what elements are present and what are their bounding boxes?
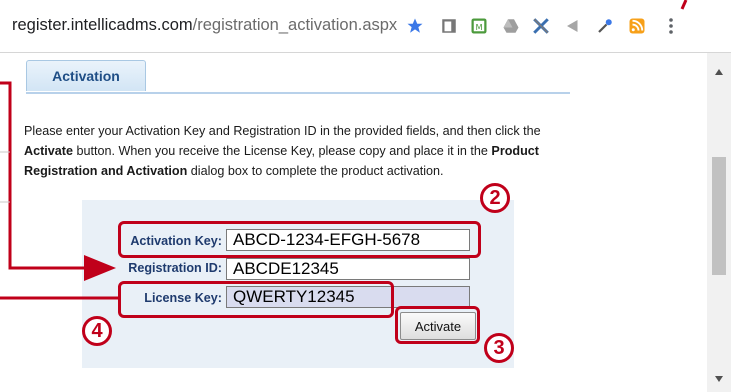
step-4-marker: 4 bbox=[82, 316, 112, 346]
step-3-marker: 3 bbox=[484, 333, 514, 363]
extension-x-icon[interactable] bbox=[530, 14, 552, 38]
tab-divider bbox=[26, 92, 570, 94]
tab-label: Activation bbox=[52, 68, 120, 84]
highlight-activation-key bbox=[118, 221, 481, 258]
highlight-license-key bbox=[118, 281, 394, 318]
tab-activation[interactable]: Activation bbox=[26, 60, 146, 91]
intro-part3: dialog box to complete the product activ… bbox=[187, 164, 444, 178]
step-2-marker: 2 bbox=[480, 183, 510, 213]
extension-drive-icon[interactable] bbox=[500, 14, 522, 38]
scrollbar-thumb[interactable] bbox=[712, 157, 726, 275]
url-path: /registration_activation.aspx bbox=[192, 16, 398, 34]
browser-address-bar: register.intellicadms.com/registration_a… bbox=[0, 0, 731, 53]
highlight-activate-button bbox=[395, 306, 480, 344]
scroll-down-icon[interactable] bbox=[715, 376, 723, 382]
url-field[interactable]: register.intellicadms.com/registration_a… bbox=[12, 16, 397, 35]
eyedropper-icon[interactable] bbox=[594, 14, 616, 38]
info-icon[interactable] bbox=[0, 20, 6, 30]
instructions-text: Please enter your Activation Key and Reg… bbox=[24, 121, 584, 181]
extension-arrow-icon[interactable] bbox=[562, 14, 584, 38]
registration-id-label: Registration ID: bbox=[128, 261, 222, 275]
extension-document-icon[interactable] bbox=[438, 14, 460, 38]
extension-m-icon[interactable]: M bbox=[468, 14, 490, 38]
intro-part1: Please enter your Activation Key and Reg… bbox=[24, 124, 541, 138]
rss-icon[interactable] bbox=[626, 14, 648, 38]
annotation-arrow-fragment bbox=[680, 0, 688, 10]
left-gray-box-edge bbox=[0, 151, 10, 203]
vertical-scrollbar[interactable] bbox=[707, 53, 731, 392]
registration-id-input[interactable] bbox=[226, 258, 470, 280]
menu-dots-icon[interactable] bbox=[660, 14, 682, 38]
intro-part2: button. When you receive the License Key… bbox=[73, 144, 492, 158]
svg-text:M: M bbox=[475, 22, 482, 32]
url-host: register.intellicadms.com bbox=[12, 16, 193, 34]
scroll-up-icon[interactable] bbox=[715, 69, 723, 75]
bookmark-star-icon[interactable] bbox=[404, 14, 426, 38]
intro-activate-word: Activate bbox=[24, 144, 73, 158]
